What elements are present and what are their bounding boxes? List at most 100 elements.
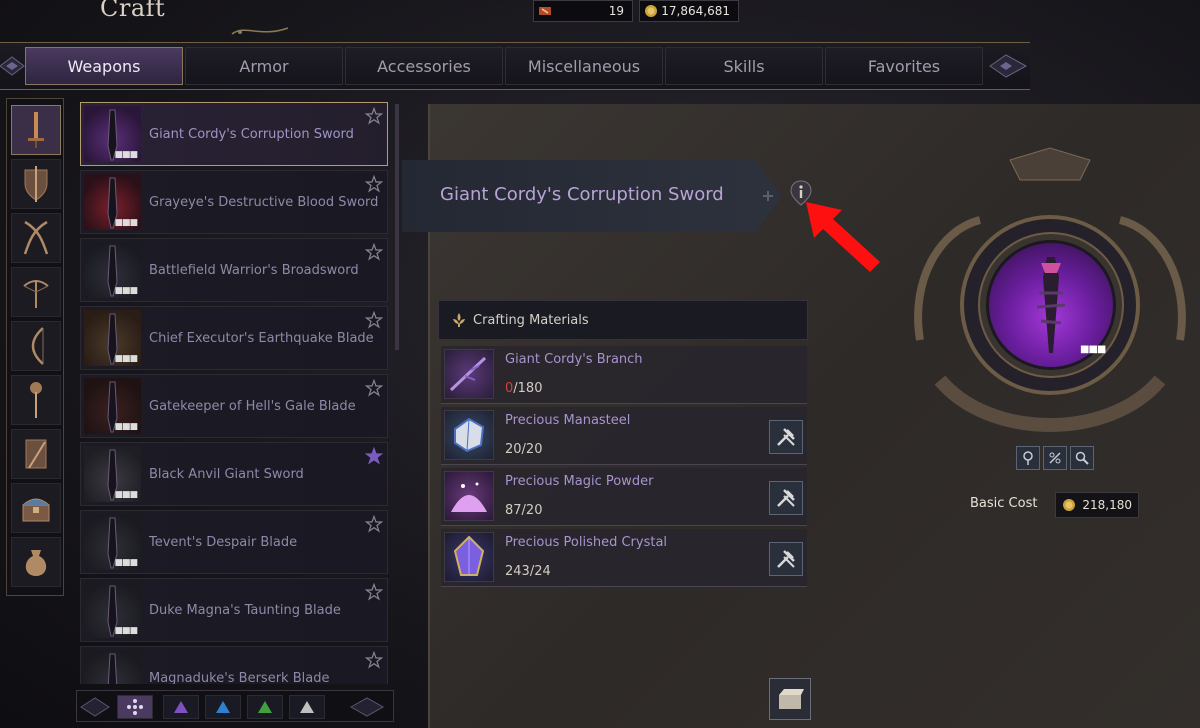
favorite-star-icon[interactable] <box>365 515 383 533</box>
fleur-icon <box>453 313 465 327</box>
craft-material-button[interactable] <box>769 420 803 454</box>
favorite-star-icon[interactable] <box>365 583 383 601</box>
hammer-icon <box>777 489 795 507</box>
tab-label: Accessories <box>377 56 471 76</box>
tab-miscellaneous[interactable]: Miscellaneous <box>505 47 663 85</box>
gold-coin-icon <box>645 5 657 17</box>
tab-accessories[interactable]: Accessories <box>345 47 503 85</box>
material-need: /20 <box>521 442 543 457</box>
item-thumbnail: ■■■ <box>84 310 141 366</box>
item-thumbnail: ■■■ <box>84 378 141 434</box>
filter-right-arrow-icon[interactable] <box>341 695 387 719</box>
weapon-list-item[interactable]: ■■■ Duke Magna's Taunting Blade <box>80 578 388 642</box>
weapon-list-item[interactable]: ■■■ Grayeye's Destructive Blood Sword <box>80 170 388 234</box>
category-greatsword[interactable] <box>11 105 61 155</box>
bulk-craft-button[interactable] <box>769 678 811 720</box>
tab-skills[interactable]: Skills <box>665 47 823 85</box>
material-have: 20 <box>505 442 522 457</box>
filter-green[interactable] <box>247 695 283 719</box>
filter-all[interactable] <box>117 695 153 719</box>
weapon-icon <box>107 653 118 684</box>
category-crossbow[interactable] <box>11 267 61 317</box>
material-row[interactable]: Giant Cordy's Branch 0/180 <box>441 346 807 404</box>
material-name: Giant Cordy's Branch <box>505 352 643 367</box>
percent-icon <box>1049 452 1061 464</box>
tab-favorites[interactable]: Favorites <box>825 47 983 85</box>
basic-cost-label: Basic Cost <box>970 496 1038 511</box>
material-count: 87/20 <box>505 503 542 518</box>
weapon-list-item[interactable]: ■■■ Giant Cordy's Corruption Sword <box>80 102 388 166</box>
filter-blue[interactable] <box>205 695 241 719</box>
item-more-icon: ■■■ <box>114 354 137 364</box>
filter-purple[interactable] <box>163 695 199 719</box>
gold-coin-icon <box>1063 499 1075 511</box>
weapon-list-item[interactable]: ■■■ Gatekeeper of Hell's Gale Blade <box>80 374 388 438</box>
category-longbow[interactable] <box>11 321 61 371</box>
tab-weapons[interactable]: Weapons <box>25 47 183 85</box>
favorite-star-icon[interactable] <box>365 107 383 125</box>
preview-actions <box>1016 446 1094 472</box>
favorite-star-icon[interactable] <box>365 447 383 465</box>
item-list: ■■■ Giant Cordy's Corruption Sword ■■■ Gray… <box>80 100 400 684</box>
filter-white[interactable] <box>289 695 325 719</box>
weapon-list-item[interactable]: ■■■ Chief Executor's Earthquake Blade <box>80 306 388 370</box>
list-scrollbar[interactable] <box>395 104 399 350</box>
item-thumbnail: ■■■ <box>84 174 141 230</box>
hammer-icon <box>777 428 795 446</box>
gold-amount: 17,864,681 <box>661 4 730 18</box>
category-dual-blades[interactable] <box>11 213 61 263</box>
orb-more-icon: ■■■ <box>1080 344 1106 355</box>
annotation-arrow <box>806 202 880 272</box>
staff-icon <box>30 382 42 418</box>
material-need: /24 <box>529 564 551 579</box>
category-staff[interactable] <box>11 375 61 425</box>
favorite-star-icon[interactable] <box>365 311 383 329</box>
material-need: /20 <box>521 503 543 518</box>
category-sword-shield[interactable] <box>11 159 61 209</box>
category-wand-tome[interactable] <box>11 429 61 479</box>
magnifier-icon <box>1075 451 1089 465</box>
favorite-star-icon[interactable] <box>365 379 383 397</box>
favorite-star-icon[interactable] <box>365 175 383 193</box>
favorite-star-icon[interactable] <box>365 651 383 669</box>
material-row[interactable]: Precious Polished Crystal 243/24 <box>441 529 807 587</box>
item-thumbnail: ■■■ <box>84 514 141 570</box>
crafting-materials-header: Crafting Materials <box>438 300 808 340</box>
material-row[interactable]: Precious Manasteel 20/20 <box>441 407 807 465</box>
filter-left-arrow-icon[interactable] <box>79 695 113 719</box>
banner-plus-icon <box>763 191 773 201</box>
material-count: 20/20 <box>505 442 542 457</box>
tab-label: Miscellaneous <box>527 56 641 76</box>
weapon-list-item[interactable]: ■■■ Battlefield Warrior's Broadsword <box>80 238 388 302</box>
category-pouch[interactable] <box>11 537 61 587</box>
material-thumb <box>444 471 494 521</box>
compare-button[interactable] <box>1016 446 1040 470</box>
category-chest[interactable] <box>11 483 61 533</box>
favorite-star-icon[interactable] <box>365 243 383 261</box>
grade-filter-bar <box>76 690 394 722</box>
item-name: Grayeye's Destructive Blood Sword <box>149 195 379 210</box>
item-title: Giant Cordy's Corruption Sword <box>440 184 724 205</box>
tab-armor[interactable]: Armor <box>185 47 343 85</box>
tab-bar: Weapons Armor Accessories Miscellaneous … <box>0 42 1030 90</box>
longbow-icon <box>31 327 44 365</box>
blue-grade-icon <box>216 701 230 713</box>
material-row[interactable]: Precious Magic Powder 87/20 <box>441 468 807 526</box>
weapon-list-item[interactable]: ■■■ Black Anvil Giant Sword <box>80 442 388 506</box>
craft-material-button[interactable] <box>769 542 803 576</box>
tab-left-arrow-icon[interactable] <box>0 51 26 81</box>
material-name: Precious Polished Crystal <box>505 535 668 550</box>
tab-label: Favorites <box>867 56 941 76</box>
craft-material-button[interactable] <box>769 481 803 515</box>
item-name: Black Anvil Giant Sword <box>149 467 304 482</box>
weapon-list-item[interactable]: ■■■ Magnaduke's Berserk Blade <box>80 646 388 684</box>
percent-button[interactable] <box>1043 446 1067 470</box>
tab-right-arrow-icon[interactable] <box>988 51 1028 81</box>
inspect-button[interactable] <box>1070 446 1094 470</box>
crafting-ticket-icon <box>539 7 551 15</box>
item-more-icon: ■■■ <box>114 286 137 296</box>
item-more-icon: ■■■ <box>114 558 137 568</box>
item-thumbnail: ■■■ <box>84 242 141 298</box>
item-name: Magnaduke's Berserk Blade <box>149 671 330 684</box>
weapon-list-item[interactable]: ■■■ Tevent's Despair Blade <box>80 510 388 574</box>
